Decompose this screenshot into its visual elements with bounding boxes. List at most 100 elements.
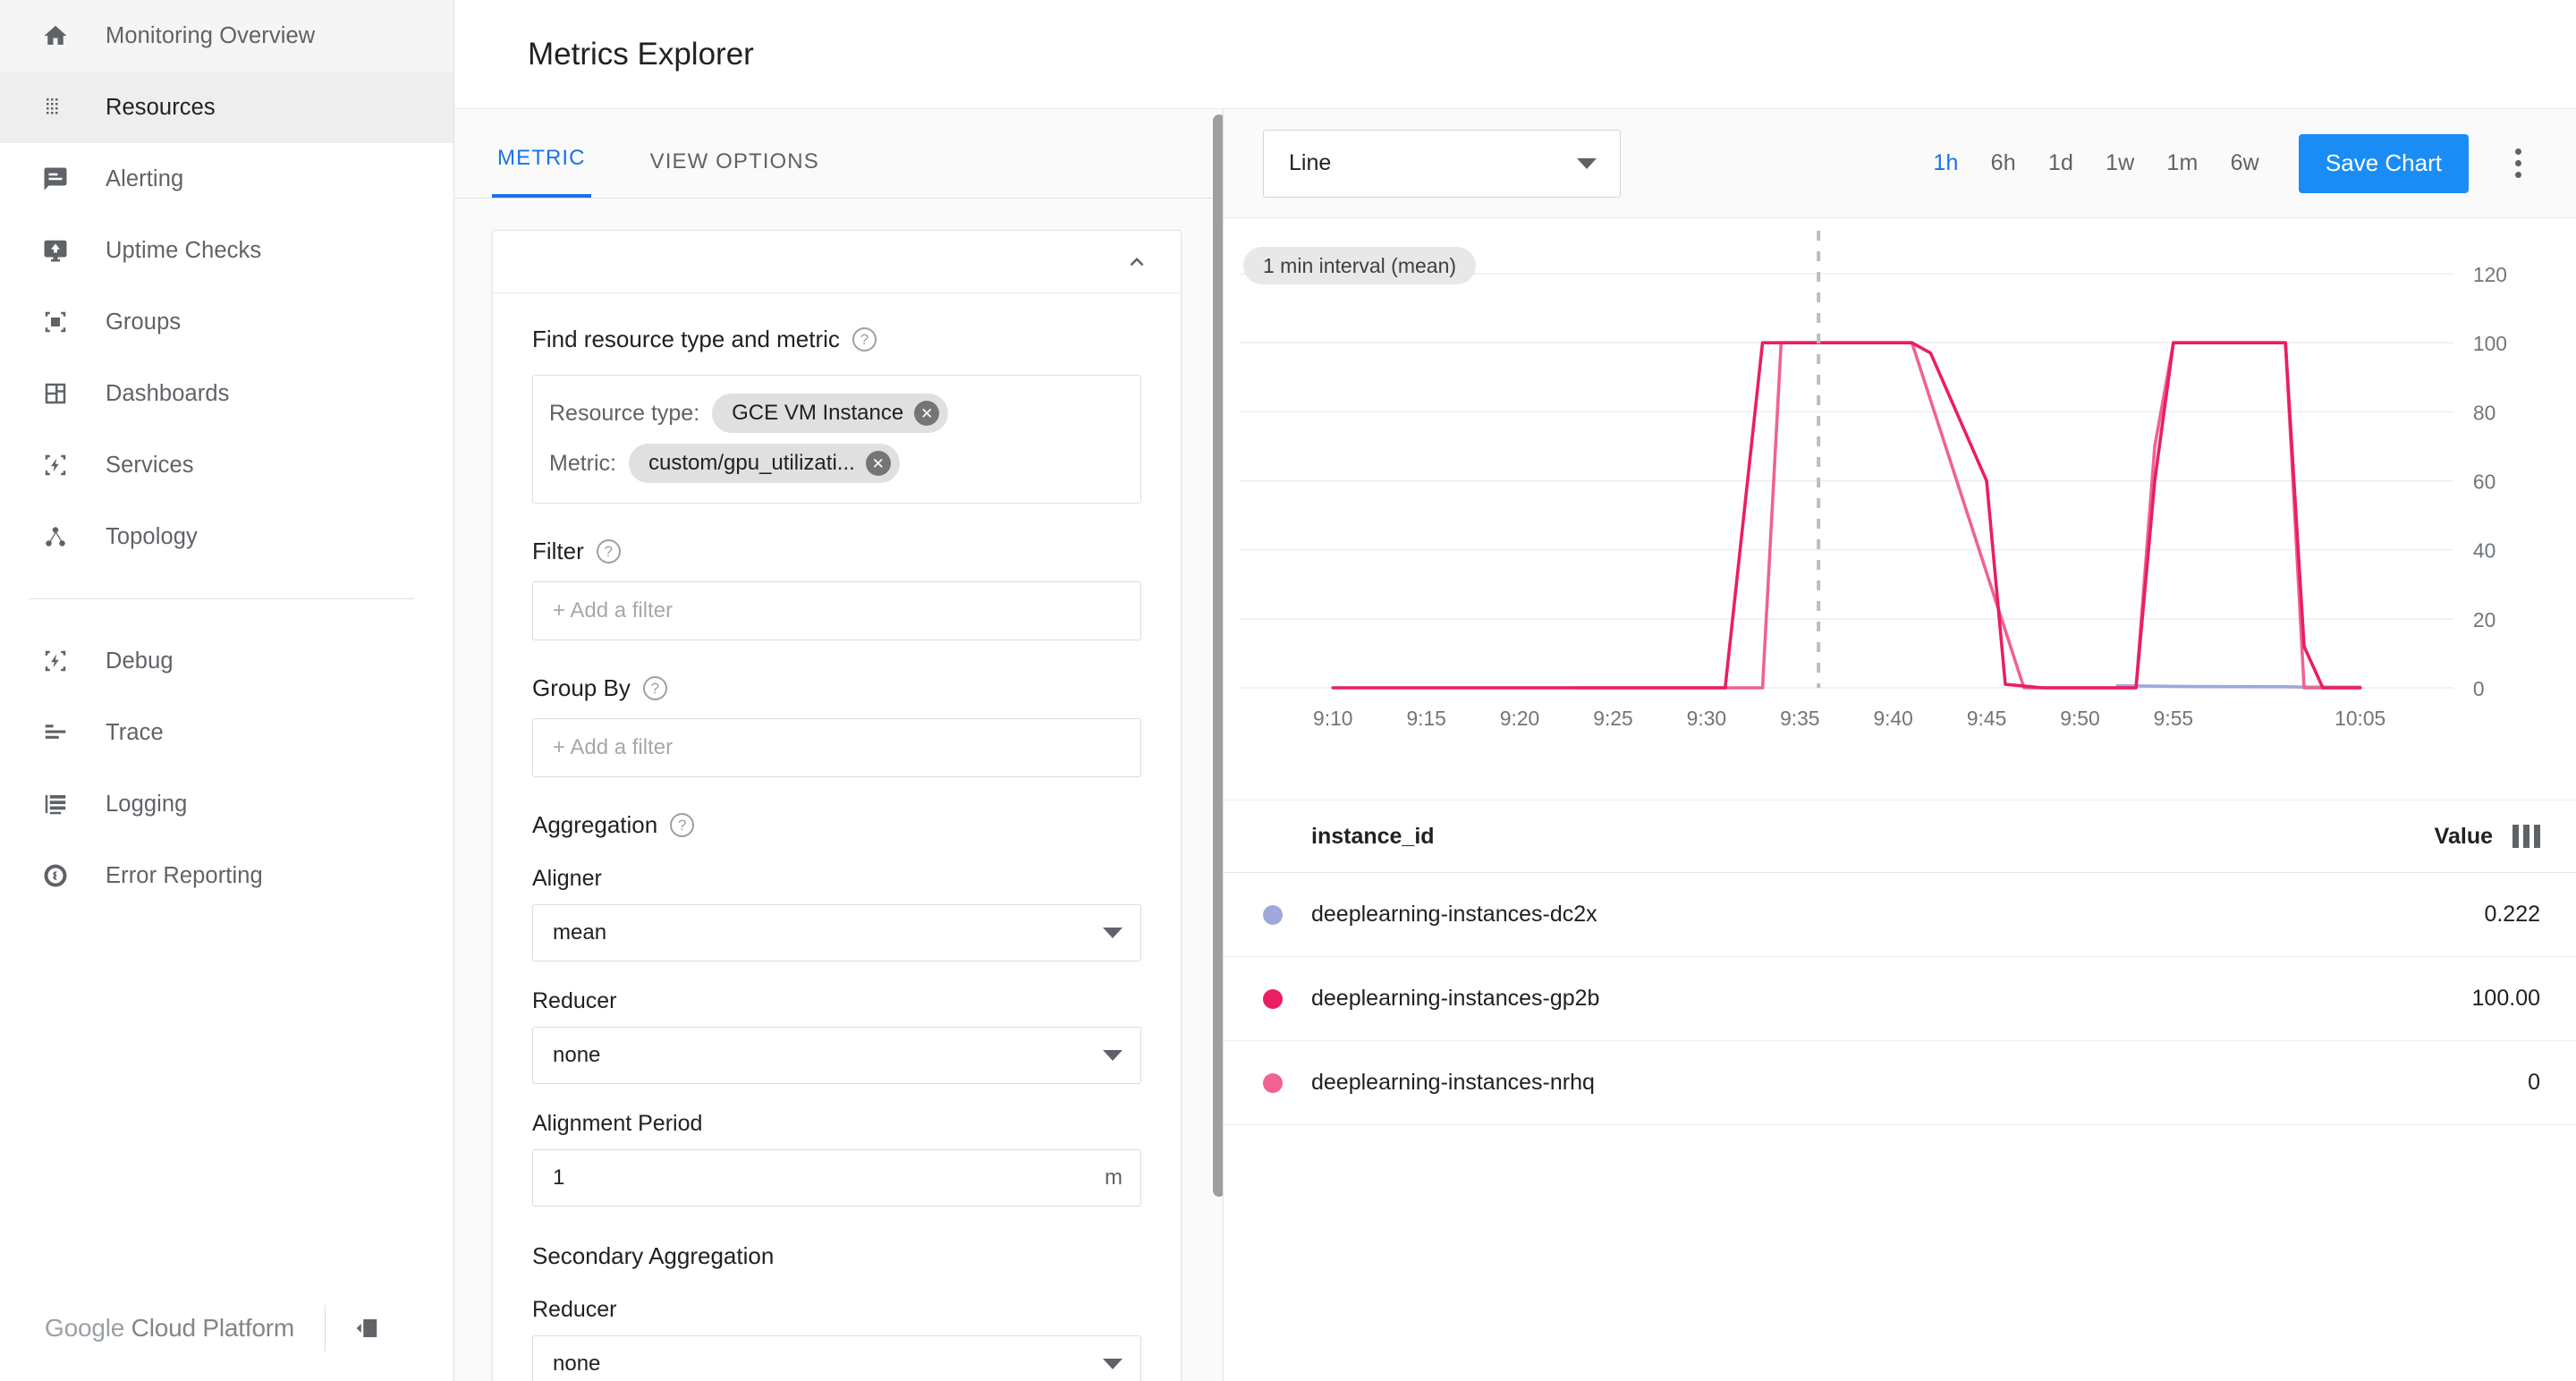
chevron-up-icon[interactable] bbox=[1123, 249, 1150, 275]
sidebar-item-trace[interactable]: Trace bbox=[0, 697, 453, 768]
y-axis-tick-label: 40 bbox=[2473, 539, 2496, 563]
metric-card: Find resource type and metric ? Resource… bbox=[492, 230, 1182, 1381]
filter-input[interactable]: + Add a filter bbox=[532, 581, 1141, 640]
sidebar-item-resources[interactable]: Resources bbox=[0, 72, 453, 143]
secondary-aggregation-title: Secondary Aggregation bbox=[532, 1242, 775, 1269]
tab-view-options[interactable]: VIEW OPTIONS bbox=[645, 149, 825, 198]
chart-toolbar: Line 1h 6h 1d 1w 1m 6w Save Chart bbox=[1224, 109, 2576, 218]
filter-section-label: Filter ? bbox=[532, 538, 1141, 565]
legend-row[interactable]: deeplearning-instances-dc2x 0.222 bbox=[1224, 873, 2576, 957]
range-1h[interactable]: 1h bbox=[1933, 150, 1958, 176]
legend-row[interactable]: deeplearning-instances-gp2b 100.00 bbox=[1224, 957, 2576, 1041]
legend-series-value: 0 bbox=[2528, 1070, 2540, 1095]
help-icon[interactable]: ? bbox=[596, 539, 621, 563]
aligner-label: Aligner bbox=[532, 866, 602, 891]
sidebar-item-services[interactable]: Services bbox=[0, 429, 453, 501]
sidebar-item-alerting[interactable]: Alerting bbox=[0, 143, 453, 215]
sidebar-item-logging[interactable]: Logging bbox=[0, 768, 453, 840]
sidebar-item-dashboards[interactable]: Dashboards bbox=[0, 358, 453, 429]
help-icon[interactable]: ? bbox=[642, 676, 667, 700]
sidebar-item-label: Uptime Checks bbox=[106, 237, 262, 263]
metric-chip-text: custom/gpu_utilizati... bbox=[648, 451, 855, 475]
secondary-reducer-select[interactable]: none bbox=[532, 1335, 1141, 1381]
alignment-period-label: Alignment Period bbox=[532, 1111, 703, 1136]
alignment-period-input[interactable]: 1 m bbox=[532, 1149, 1141, 1207]
legend-row[interactable]: deeplearning-instances-nrhq 0 bbox=[1224, 1041, 2576, 1125]
legend-col-value[interactable]: Value bbox=[2435, 824, 2493, 850]
sidebar-item-groups[interactable]: Groups bbox=[0, 286, 453, 358]
reducer-select[interactable]: none bbox=[532, 1027, 1141, 1084]
close-icon[interactable]: ✕ bbox=[914, 401, 940, 426]
chart-type-select[interactable]: Line bbox=[1263, 129, 1621, 198]
sidebar-item-label: Logging bbox=[106, 791, 188, 817]
sidebar-item-topology[interactable]: Topology bbox=[0, 501, 453, 572]
sidebar-item-label: Debug bbox=[106, 648, 174, 674]
chevron-down-icon bbox=[1103, 928, 1123, 938]
sidebar-item-label: Trace bbox=[106, 719, 164, 745]
sidebar-item-label: Services bbox=[106, 452, 194, 478]
chart-line-series[interactable] bbox=[1331, 341, 2362, 690]
metric-panel-scrollbar[interactable] bbox=[1213, 114, 1223, 1197]
sidebar-item-label: Monitoring Overview bbox=[106, 22, 316, 48]
range-6h[interactable]: 6h bbox=[1991, 150, 2016, 176]
legend-rows: deeplearning-instances-dc2x 0.222 deeplear… bbox=[1224, 873, 2576, 1125]
collapse-panel-icon[interactable] bbox=[349, 1310, 385, 1346]
legend-series-name: deeplearning-instances-gp2b bbox=[1311, 986, 1600, 1011]
content-area: METRIC VIEW OPTIONS Find resource type a… bbox=[454, 109, 2576, 1381]
aggregation-section-label: Aggregation ? bbox=[532, 811, 1141, 839]
reducer-label: Reducer bbox=[532, 988, 617, 1013]
chart-line-series[interactable] bbox=[1573, 341, 2362, 690]
chart-plot-area: 1 min interval (mean) 0 20 40 60 80 100 120 9:1… bbox=[1224, 218, 2576, 800]
column-sort-icon[interactable] bbox=[2512, 825, 2540, 848]
sidebar-item-label: Resources bbox=[106, 94, 216, 120]
kebab-menu-icon[interactable] bbox=[2496, 139, 2540, 189]
trace-icon bbox=[36, 713, 75, 752]
legend-series-value: 0.222 bbox=[2484, 902, 2540, 927]
resource-metric-chipbox: Resource type: GCE VM Instance ✕ Metric:… bbox=[532, 375, 1141, 504]
page-title: Metrics Explorer bbox=[528, 36, 754, 72]
legend-header: instance_id Value bbox=[1224, 800, 2576, 873]
sidebar-item-monitoring-overview[interactable]: Monitoring Overview bbox=[0, 0, 453, 72]
sidebar-item-label: Groups bbox=[106, 309, 182, 335]
sidebar-primary-nav: Monitoring Overview Resources Alerting U… bbox=[0, 0, 453, 911]
help-icon[interactable]: ? bbox=[852, 327, 877, 352]
group-by-section-label: Group By ? bbox=[532, 674, 1141, 702]
topology-icon bbox=[36, 517, 75, 556]
series-color-dot bbox=[1263, 904, 1283, 925]
resource-type-chip[interactable]: GCE VM Instance ✕ bbox=[712, 394, 949, 433]
y-axis-tick-label: 20 bbox=[2473, 608, 2496, 631]
debug-icon bbox=[36, 641, 75, 681]
save-chart-button[interactable]: Save Chart bbox=[2298, 133, 2469, 193]
aggregation-label: Aggregation bbox=[532, 811, 658, 838]
metric-chip[interactable]: custom/gpu_utilizati... ✕ bbox=[629, 444, 900, 483]
sidebar-item-uptime-checks[interactable]: Uptime Checks bbox=[0, 215, 453, 286]
range-1w[interactable]: 1w bbox=[2106, 150, 2134, 176]
chevron-down-icon bbox=[1103, 1050, 1123, 1061]
y-axis-tick-label: 60 bbox=[2473, 470, 2496, 493]
find-resource-label: Find resource type and metric bbox=[532, 326, 840, 352]
group-by-input[interactable]: + Add a filter bbox=[532, 718, 1141, 777]
sidebar-item-label: Topology bbox=[106, 523, 198, 549]
series-color-dot bbox=[1263, 988, 1283, 1009]
x-axis-tick-label: 9:20 bbox=[1500, 707, 1539, 730]
range-6w[interactable]: 6w bbox=[2231, 150, 2259, 176]
y-axis-tick-label: 100 bbox=[2473, 332, 2507, 355]
find-resource-section-title: Find resource type and metric ? bbox=[532, 326, 1141, 353]
help-icon[interactable]: ? bbox=[670, 813, 695, 837]
chart-panel: Line 1h 6h 1d 1w 1m 6w Save Chart 1 min … bbox=[1224, 109, 2576, 1381]
secondary-reducer-label: Reducer bbox=[532, 1297, 617, 1322]
range-1m[interactable]: 1m bbox=[2166, 150, 2198, 176]
aligner-select[interactable]: mean bbox=[532, 904, 1141, 962]
sidebar-item-debug[interactable]: Debug bbox=[0, 625, 453, 697]
filter-label: Filter bbox=[532, 538, 584, 564]
close-icon[interactable]: ✕ bbox=[865, 451, 891, 476]
legend-col-instance-id[interactable]: instance_id bbox=[1311, 824, 2435, 850]
metrics-line-chart[interactable]: 0 20 40 60 80 100 120 9:10 9:15 9:20 9:25 9:30 9:35 9… bbox=[1224, 218, 2576, 800]
y-axis-tick-label: 80 bbox=[2473, 401, 2496, 424]
sidebar-item-error-reporting[interactable]: Error Reporting bbox=[0, 840, 453, 911]
metric-card-header bbox=[493, 231, 1181, 293]
tab-metric[interactable]: METRIC bbox=[492, 146, 591, 198]
x-axis-tick-label: 9:25 bbox=[1593, 707, 1632, 730]
dashboard-icon bbox=[36, 374, 75, 413]
range-1d[interactable]: 1d bbox=[2048, 150, 2073, 176]
